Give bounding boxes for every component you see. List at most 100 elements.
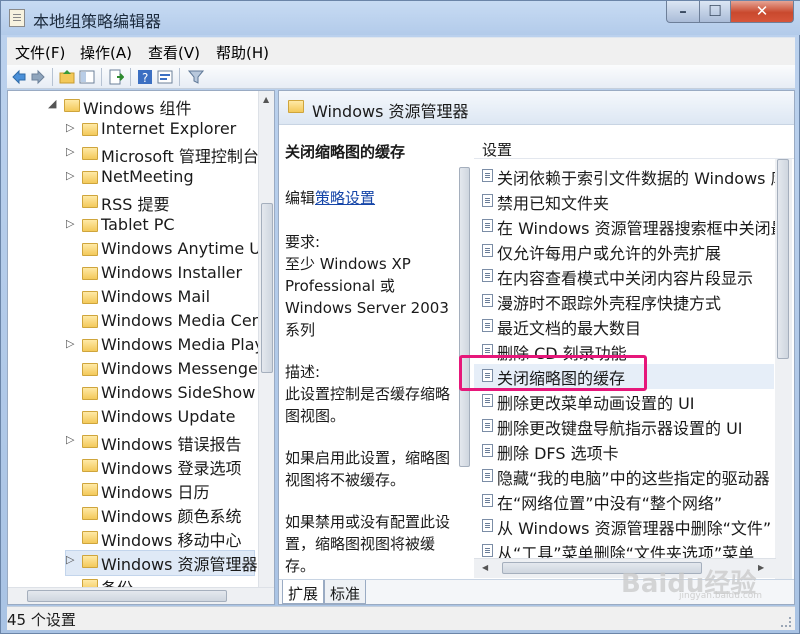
tree-item-label: Windows 错误报告	[101, 435, 242, 454]
expand-arrow-icon[interactable]: ▷	[66, 337, 74, 350]
main-window: 本地组策略编辑器 – ☐ ✕ 文件(F) 操作(A) 查看(V) 帮助(H) ?…	[0, 0, 800, 634]
setting-row[interactable]: 在 Windows 资源管理器搜索框中关闭最	[474, 214, 787, 239]
tree-item[interactable]: Windows Anytime Upgrade	[66, 239, 274, 263]
tree-vertical-scrollbar[interactable]: ▲	[258, 91, 274, 587]
edit-line: 编辑策略设置	[285, 187, 375, 209]
setting-row[interactable]: 最近文档的最大数目	[474, 314, 774, 339]
menu-file[interactable]: 文件(F)	[15, 42, 65, 63]
description-label: 描述:	[285, 363, 321, 381]
properties-icon[interactable]	[157, 69, 173, 85]
description-line: 图视图。	[285, 407, 346, 425]
menu-view[interactable]: 查看(V)	[148, 42, 200, 63]
tree-hscroll-thumb[interactable]	[27, 590, 227, 602]
description-scroll-thumb[interactable]	[459, 167, 470, 467]
folder-icon	[82, 339, 98, 352]
tree-horizontal-scrollbar[interactable]	[8, 587, 274, 604]
folder-icon	[64, 99, 80, 112]
setting-row[interactable]: 在“网络位置”中没有“整个网络”	[474, 489, 774, 514]
folder-icon	[82, 459, 98, 472]
details-header: Windows 资源管理器	[279, 91, 794, 125]
tree-item[interactable]: ▷ Windows 错误报告	[66, 431, 254, 455]
tree-item[interactable]: ▷ Tablet PC	[66, 215, 254, 239]
tree-item[interactable]: Windows Mail	[66, 287, 254, 311]
tab-extended[interactable]: 扩展	[282, 580, 325, 604]
tree-item[interactable]: Windows Media Center	[66, 311, 274, 335]
setting-label: 最近文档的最大数目	[497, 319, 642, 338]
setting-label: 在 Windows 资源管理器搜索框中关闭最	[497, 219, 787, 238]
folder-icon	[82, 171, 98, 184]
tree-item[interactable]: RSS 提要	[66, 191, 254, 215]
up-folder-icon[interactable]	[59, 69, 75, 85]
menu-help[interactable]: 帮助(H)	[216, 42, 269, 63]
setting-row[interactable]: 删除更改键盘导航指示器设置的 UI	[474, 414, 774, 439]
setting-row[interactable]: 仅允许每用户或允许的外壳扩展	[474, 239, 774, 264]
watermark-subtext: jingyan.baidu.com	[679, 591, 763, 601]
app-icon	[9, 9, 25, 27]
expand-arrow-icon[interactable]: ▷	[66, 145, 74, 158]
tree-item[interactable]: Windows 移动中心	[66, 527, 254, 551]
policy-setting-icon	[482, 494, 493, 507]
setting-row[interactable]: 禁用已知文件夹	[474, 189, 774, 214]
details-header-title: Windows 资源管理器	[312, 102, 469, 121]
back-arrow-icon[interactable]	[11, 69, 27, 85]
tree-item[interactable]: ▷ Microsoft 管理控制台	[66, 143, 259, 167]
folder-icon	[288, 100, 304, 113]
expand-arrow-icon[interactable]: ▷	[66, 169, 74, 182]
folder-icon	[82, 531, 98, 544]
tree-item[interactable]: Windows 颜色系统	[66, 503, 254, 527]
settings-scroll-thumb[interactable]	[777, 159, 789, 359]
tree-item[interactable]: Windows Installer	[66, 263, 254, 287]
menu-bar: 文件(F) 操作(A) 查看(V) 帮助(H)	[7, 37, 795, 65]
requirements-line: 系列	[285, 321, 316, 339]
setting-row[interactable]: 删除 DFS 选项卡	[474, 439, 774, 464]
policy-settings-link[interactable]: 策略设置	[315, 189, 375, 207]
expand-arrow-icon[interactable]: ▷	[66, 433, 74, 446]
tree-item-label: NetMeeting	[101, 167, 194, 186]
policy-setting-icon	[482, 519, 493, 532]
setting-row[interactable]: 在内容查看模式中关闭内容片段显示	[474, 264, 774, 289]
tree-item[interactable]: ▷ Windows Media Player	[66, 335, 274, 359]
expand-arrow-icon[interactable]: ▷	[66, 553, 74, 566]
expand-arrow-icon[interactable]: ▷	[66, 121, 74, 134]
setting-row[interactable]: 关闭依赖于索引文件数据的 Windows 库	[474, 164, 787, 189]
expand-arrow-icon[interactable]: ▷	[66, 217, 74, 230]
maximize-button[interactable]: ☐	[699, 1, 731, 23]
show-hide-tree-icon[interactable]	[79, 69, 95, 85]
settings-vertical-scrollbar[interactable]	[775, 159, 792, 579]
collapse-arrow-icon[interactable]: ◢	[48, 97, 56, 110]
help-icon[interactable]: ?	[137, 69, 153, 85]
tree-item[interactable]: Windows Update	[66, 407, 254, 431]
tab-standard[interactable]: 标准	[324, 580, 367, 604]
tree-item[interactable]: Windows Messenger	[66, 359, 264, 383]
export-list-icon[interactable]	[108, 69, 124, 85]
tree-item[interactable]: ▷ NetMeeting	[66, 167, 254, 191]
setting-label: 在内容查看模式中关闭内容片段显示	[497, 269, 754, 288]
tree-item-label: Windows Messenger	[101, 359, 265, 378]
tree-item[interactable]: Windows 日历	[66, 479, 254, 503]
policy-setting-icon	[482, 219, 493, 232]
tree-item[interactable]: ▷ Internet Explorer	[66, 119, 254, 143]
folder-icon	[82, 147, 98, 160]
title-bar[interactable]: 本地组策略编辑器 – ☐ ✕	[1, 1, 800, 35]
scroll-up-icon[interactable]: ▲	[263, 95, 269, 104]
tree-item[interactable]: ▷ Windows 资源管理器	[65, 550, 258, 576]
tree-item[interactable]: Windows SideShow	[66, 383, 255, 407]
setting-row[interactable]: 漫游时不跟踪外壳程序快捷方式	[474, 289, 774, 314]
column-header-setting[interactable]: 设置	[474, 135, 794, 159]
tree-scroll-thumb[interactable]	[261, 203, 273, 373]
setting-row[interactable]: 删除更改菜单动画设置的 UI	[474, 389, 774, 414]
setting-row[interactable]: 隐藏“我的电脑”中的这些指定的驱动器	[474, 464, 774, 489]
setting-row[interactable]: 从 Windows 资源管理器中删除“文件”	[474, 514, 774, 539]
filter-icon[interactable]	[188, 69, 204, 85]
folder-icon	[82, 555, 98, 568]
disable-note-line: 置，缩略图视图将被缓	[285, 535, 436, 553]
scroll-left-icon[interactable]: ◀	[482, 563, 488, 572]
tree-item[interactable]: Windows 登录选项	[66, 455, 254, 479]
close-button[interactable]: ✕	[730, 1, 794, 23]
policy-setting-icon	[482, 319, 493, 332]
minimize-button[interactable]: –	[666, 1, 700, 23]
resize-grip-icon[interactable]	[781, 617, 791, 627]
menu-action[interactable]: 操作(A)	[80, 42, 132, 63]
forward-arrow-icon[interactable]	[30, 69, 46, 85]
description-scrollbar[interactable]	[459, 167, 471, 467]
